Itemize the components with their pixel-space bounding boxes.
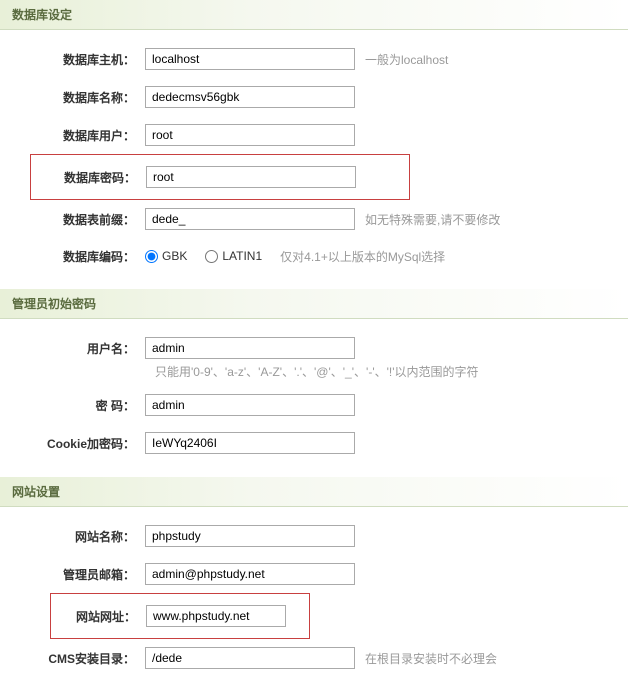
radio-label-gbk[interactable]: GBK — [145, 249, 187, 263]
section-header-database: 数据库设定 — [0, 0, 628, 30]
radio-text-gbk: GBK — [162, 249, 187, 263]
highlight-site-url: 网站网址： — [50, 593, 310, 639]
input-db-password[interactable] — [146, 166, 356, 188]
section-title: 网站设置 — [12, 485, 60, 499]
section-title: 数据库设定 — [12, 8, 72, 22]
radio-text-latin1: LATIN1 — [222, 249, 262, 263]
section-title: 管理员初始密码 — [12, 297, 96, 311]
label-site-install: CMS安装目录： — [0, 650, 145, 667]
input-site-install[interactable] — [145, 647, 355, 669]
label-admin-cookie: Cookie加密码： — [0, 435, 145, 452]
row-db-name: 数据库名称： — [0, 78, 628, 116]
label-admin-username: 用户名： — [0, 340, 145, 357]
input-db-user[interactable] — [145, 124, 355, 146]
row-site-url: 网站网址： — [51, 598, 309, 634]
row-db-encoding: 数据库编码： GBK LATIN1 仅对4.1+以上版本的MySql选择 — [0, 238, 628, 274]
highlight-site-url-wrapper: 网站网址： — [0, 593, 628, 639]
input-admin-cookie[interactable] — [145, 432, 355, 454]
hint-db-prefix: 如无特殊需要,请不要修改 — [365, 211, 500, 228]
row-site-email: 管理员邮箱： — [0, 555, 628, 593]
hint-db-host: 一般为localhost — [365, 51, 448, 68]
section-header-site: 网站设置 — [0, 477, 628, 507]
label-db-host: 数据库主机： — [0, 51, 145, 68]
row-admin-cookie: Cookie加密码： — [0, 424, 628, 462]
input-db-name[interactable] — [145, 86, 355, 108]
section-body-admin: 用户名： 只能用'0-9'、'a-z'、'A-Z'、'.'、'@'、'_'、'-… — [0, 319, 628, 477]
radio-label-latin1[interactable]: LATIN1 — [205, 249, 262, 263]
hint-db-encoding: 仅对4.1+以上版本的MySql选择 — [280, 248, 445, 265]
row-admin-password: 密 码： — [0, 386, 628, 424]
input-site-url[interactable] — [146, 605, 286, 627]
row-db-password: 数据库密码： — [31, 159, 409, 195]
section-body-site: 网站名称： 管理员邮箱： 网站网址： CMS安装目录： 在根目录安装时不必理会 — [0, 507, 628, 692]
input-site-email[interactable] — [145, 563, 355, 585]
input-db-host[interactable] — [145, 48, 355, 70]
label-db-encoding: 数据库编码： — [0, 248, 145, 265]
radio-gbk[interactable] — [145, 250, 158, 263]
label-db-name: 数据库名称： — [0, 89, 145, 106]
highlight-db-password: 数据库密码： — [30, 154, 410, 200]
row-site-install: CMS安装目录： 在根目录安装时不必理会 — [0, 639, 628, 677]
label-db-prefix: 数据表前缀： — [0, 211, 145, 228]
label-site-url: 网站网址： — [51, 608, 146, 625]
input-admin-password[interactable] — [145, 394, 355, 416]
row-admin-username: 用户名： — [0, 329, 628, 367]
section-header-admin: 管理员初始密码 — [0, 289, 628, 319]
label-db-user: 数据库用户： — [0, 127, 145, 144]
row-db-user: 数据库用户： — [0, 116, 628, 154]
row-db-host: 数据库主机： 一般为localhost — [0, 40, 628, 78]
row-db-prefix: 数据表前缀： 如无特殊需要,请不要修改 — [0, 200, 628, 238]
section-body-database: 数据库主机： 一般为localhost 数据库名称： 数据库用户： 数据库密码：… — [0, 30, 628, 289]
radio-group-encoding: GBK LATIN1 仅对4.1+以上版本的MySql选择 — [145, 248, 445, 265]
hint-admin-username: 只能用'0-9'、'a-z'、'A-Z'、'.'、'@'、'_'、'-'、'!'… — [145, 363, 628, 380]
label-site-email: 管理员邮箱： — [0, 566, 145, 583]
radio-latin1[interactable] — [205, 250, 218, 263]
label-site-name: 网站名称： — [0, 528, 145, 545]
input-admin-username[interactable] — [145, 337, 355, 359]
label-db-password: 数据库密码： — [31, 169, 146, 186]
label-admin-password: 密 码： — [0, 397, 145, 414]
input-site-name[interactable] — [145, 525, 355, 547]
row-site-name: 网站名称： — [0, 517, 628, 555]
hint-site-install: 在根目录安装时不必理会 — [365, 650, 497, 667]
input-db-prefix[interactable] — [145, 208, 355, 230]
